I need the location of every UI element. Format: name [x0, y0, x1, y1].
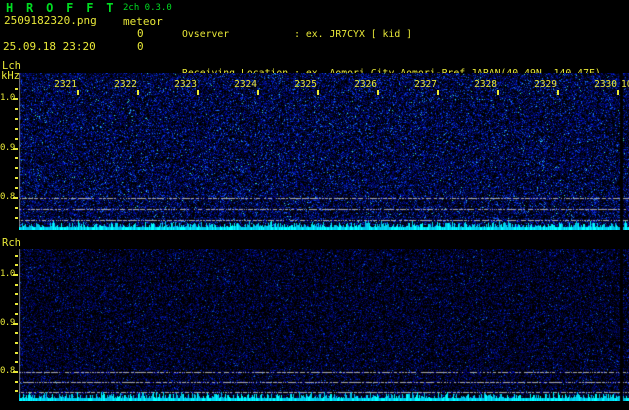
- time-tick-label: 2321: [54, 79, 77, 90]
- time-tick-label: 2322: [114, 79, 137, 90]
- freq-minor-tick-mark: [15, 167, 18, 169]
- app-title: H R O F F T: [6, 1, 117, 15]
- freq-tick-mark: [13, 197, 18, 199]
- freq-minor-tick-mark: [15, 255, 18, 257]
- time-tick-mark: [77, 90, 79, 95]
- freq-minor-tick-mark: [15, 138, 18, 140]
- time-tick-mark: [317, 90, 319, 95]
- khz-unit-label: kHz: [1, 70, 20, 82]
- time-tick-mark: [257, 90, 259, 95]
- lch-echo-count: 0: [137, 27, 144, 40]
- lch-spectrogram: [19, 73, 629, 230]
- freq-tick-label: 0.8: [0, 366, 15, 376]
- freq-tick-label: 1.0: [0, 269, 15, 279]
- freq-tick-mark: [13, 274, 18, 276]
- time-tick-label: 2325: [294, 79, 317, 90]
- time-tick-label: 2326: [354, 79, 377, 90]
- time-tick-mark: [557, 90, 559, 95]
- hrofft-spectrogram-screen: H R O F F T 2ch 0.3.0 2509182320.png met…: [0, 0, 629, 410]
- observer-line: Ovserver : ex. JR7CYX [ kid ]: [182, 29, 413, 40]
- freq-tick-label: 1.0: [0, 93, 15, 103]
- freq-minor-tick-mark: [15, 177, 18, 179]
- freq-minor-tick-mark: [15, 284, 18, 286]
- freq-tick-mark: [13, 371, 18, 373]
- freq-minor-tick-mark: [15, 390, 18, 392]
- freq-tick-mark: [13, 98, 18, 100]
- freq-minor-tick-mark: [15, 264, 18, 266]
- freq-minor-tick-mark: [15, 187, 18, 189]
- freq-tick-mark: [13, 322, 18, 325]
- time-tick-mark: [437, 90, 439, 95]
- freq-minor-tick-mark: [15, 108, 18, 110]
- time-tick-label: 2323: [174, 79, 197, 90]
- time-tick-label: 2327: [414, 79, 437, 90]
- app-version: 2ch 0.3.0: [123, 3, 172, 13]
- freq-tick-label: 0.9: [0, 317, 15, 328]
- freq-minor-tick-mark: [15, 217, 18, 219]
- freq-minor-tick-mark: [15, 88, 18, 90]
- time-tick-mark: [617, 90, 619, 95]
- freq-minor-tick-mark: [15, 293, 18, 295]
- time-tick-mark: [377, 90, 379, 95]
- timestamp: 25.09.18 23:20: [3, 40, 96, 53]
- freq-minor-tick-mark: [15, 313, 18, 315]
- freq-minor-tick-mark: [15, 381, 18, 383]
- rch-spectrogram: [19, 249, 629, 401]
- freq-minor-tick-mark: [15, 118, 18, 120]
- time-tick-label: 2324: [234, 79, 257, 90]
- time-tick-label: 2330: [594, 79, 617, 90]
- freq-minor-tick-mark: [15, 361, 18, 363]
- rch-panel-label: Rch: [2, 237, 21, 249]
- output-filename: 2509182320.png: [4, 14, 97, 27]
- time-tick-label: 2329: [534, 79, 557, 90]
- freq-minor-tick-mark: [15, 352, 18, 354]
- time-tick-label: 2328: [474, 79, 497, 90]
- rch-echo-count: 0: [137, 40, 144, 53]
- time-tick-mark: [137, 90, 139, 95]
- time-tick-mark: [497, 90, 499, 95]
- freq-minor-tick-mark: [15, 207, 18, 209]
- freq-minor-tick-mark: [15, 342, 18, 344]
- freq-minor-tick-mark: [15, 157, 18, 159]
- time-tick-mark: [197, 90, 199, 95]
- freq-tick-label: 0.8: [0, 192, 15, 202]
- freq-minor-tick-mark: [15, 332, 18, 334]
- freq-minor-tick-mark: [15, 303, 18, 305]
- freq-tick-label: 0.9: [0, 142, 15, 153]
- freq-tick-mark: [13, 147, 18, 150]
- freq-minor-tick-mark: [15, 128, 18, 130]
- time-axis-edge-label: 10: [621, 79, 629, 90]
